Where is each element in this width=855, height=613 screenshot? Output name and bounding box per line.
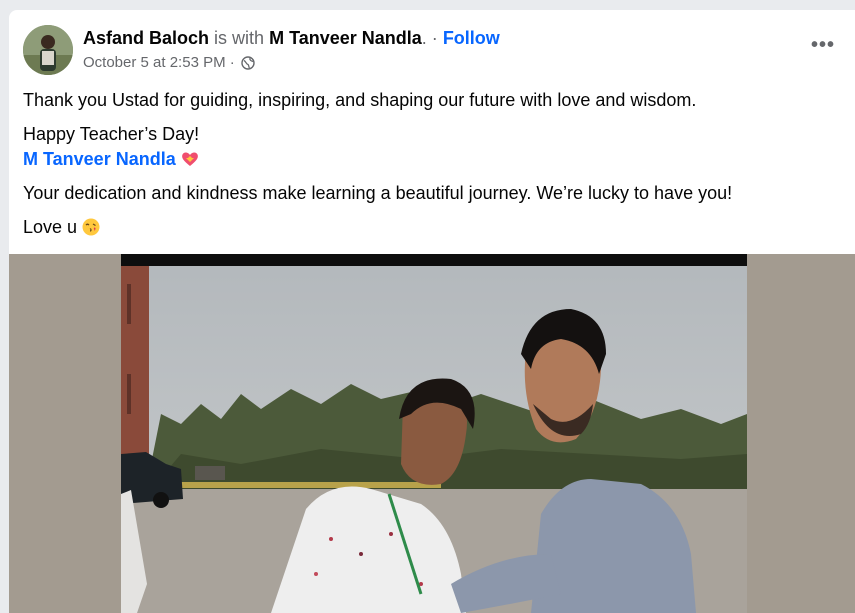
separator: . · [421, 28, 438, 48]
post-card: Asfand Baloch is with M Tanveer Nandla. … [9, 10, 855, 613]
author-line: Asfand Baloch is with M Tanveer Nandla. … [83, 26, 500, 50]
mention-link[interactable]: M Tanveer Nandla [23, 149, 176, 169]
with-text: is with [214, 28, 265, 48]
author-avatar[interactable] [23, 25, 73, 75]
meta-separator: · [229, 54, 235, 71]
post-meta: October 5 at 2:53 PM · [83, 53, 255, 76]
post-text-line-1: Thank you Ustad for guiding, inspiring, … [23, 90, 697, 110]
face-blowing-kiss-icon [81, 217, 101, 243]
post-photo-area[interactable] [9, 254, 855, 613]
globe-icon[interactable] [241, 56, 255, 76]
post-photo[interactable] [121, 254, 747, 613]
more-options-button[interactable]: ••• [811, 35, 835, 55]
post-header: Asfand Baloch is with M Tanveer Nandla. … [9, 10, 855, 78]
post-text-mention-line: M Tanveer Nandla [23, 147, 200, 175]
post-text-line-4: Your dedication and kindness make learni… [23, 183, 733, 203]
follow-button[interactable]: Follow [443, 28, 500, 48]
post-text-line-2: Happy Teacher’s Day! [23, 124, 200, 144]
avatar-photo [23, 25, 73, 75]
love-text: Love u [23, 217, 78, 237]
author-name[interactable]: Asfand Baloch [83, 28, 209, 48]
heart-with-ribbon-icon [180, 149, 200, 175]
tagged-user[interactable]: M Tanveer Nandla [269, 28, 422, 48]
post-timestamp[interactable]: October 5 at 2:53 PM [83, 54, 226, 71]
post-text-line-5: Love u [23, 215, 101, 243]
